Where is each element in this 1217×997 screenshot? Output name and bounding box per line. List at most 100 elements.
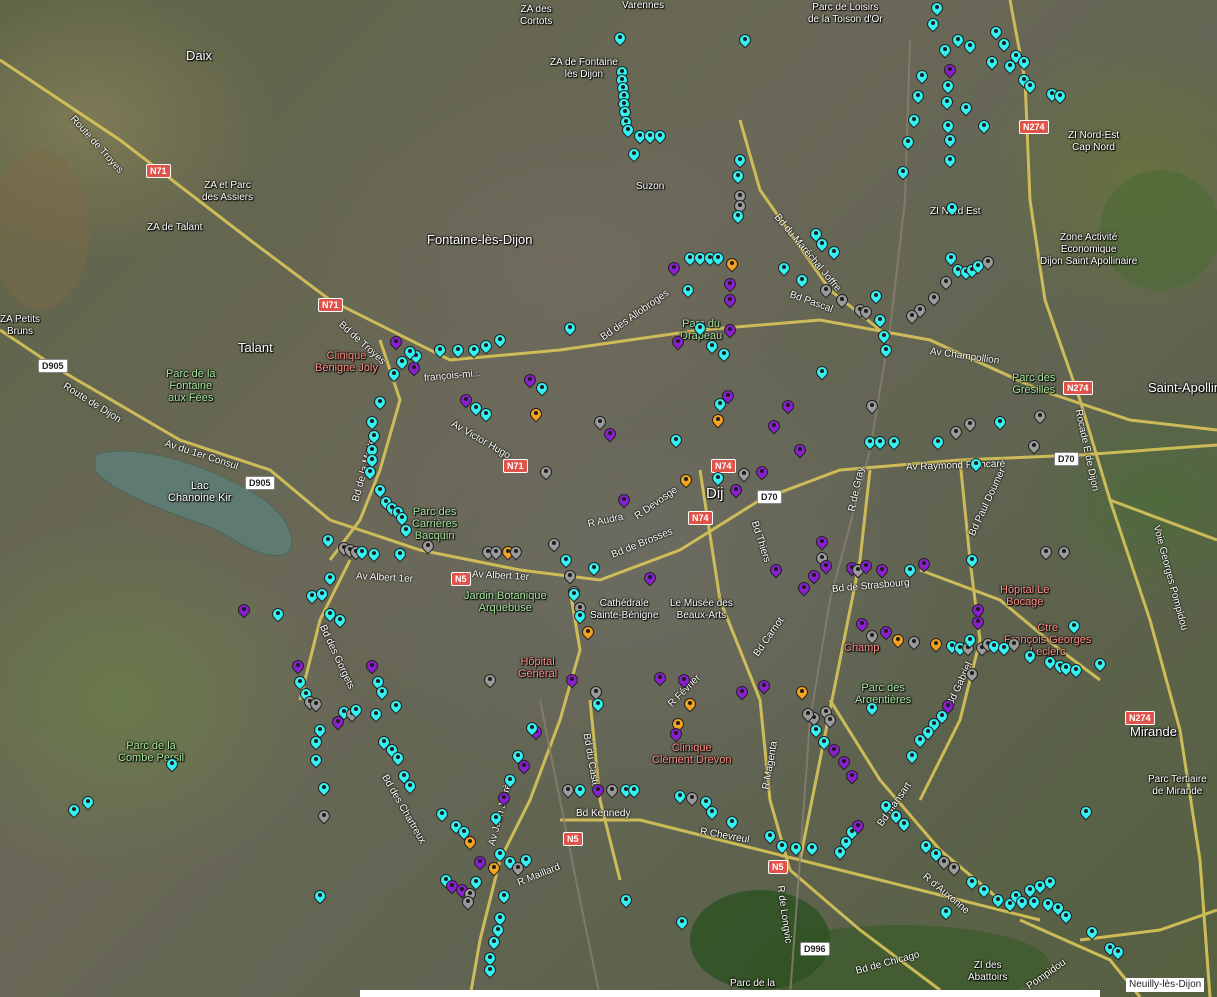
map-pin-icon[interactable] (617, 891, 635, 911)
map-pin-icon[interactable] (615, 491, 633, 511)
map-pin-icon[interactable] (799, 705, 817, 725)
map-pin-icon[interactable] (1067, 661, 1085, 681)
map-pin-icon[interactable] (941, 61, 959, 81)
map-pin-icon[interactable] (863, 397, 881, 417)
map-pin-icon[interactable] (899, 133, 917, 153)
map-pin-icon[interactable] (561, 319, 579, 339)
map-pin-icon[interactable] (465, 341, 483, 361)
map-pin-icon[interactable] (849, 817, 867, 837)
map-pin-icon[interactable] (925, 289, 943, 309)
map-pin-icon[interactable] (677, 471, 695, 491)
map-pin-icon[interactable] (963, 873, 981, 893)
map-pin-icon[interactable] (557, 551, 575, 571)
map-pin-icon[interactable] (495, 789, 513, 809)
map-pin-icon[interactable] (545, 535, 563, 555)
map-pin-icon[interactable] (371, 393, 389, 413)
map-pin-icon[interactable] (813, 533, 831, 553)
map-pin-icon[interactable] (943, 199, 961, 219)
map-pin-icon[interactable] (885, 433, 903, 453)
map-pin-icon[interactable] (579, 623, 597, 643)
map-pin-icon[interactable] (1055, 543, 1073, 563)
map-pin-icon[interactable] (405, 359, 423, 379)
map-pin-icon[interactable] (753, 463, 771, 483)
map-pin-icon[interactable] (863, 699, 881, 719)
map-pin-icon[interactable] (857, 557, 875, 577)
map-pin-icon[interactable] (1025, 893, 1043, 913)
map-pin-icon[interactable] (773, 837, 791, 857)
map-pin-icon[interactable] (913, 67, 931, 87)
map-pin-icon[interactable] (941, 131, 959, 151)
map-pin-icon[interactable] (979, 253, 997, 273)
map-pin-icon[interactable] (721, 291, 739, 311)
map-pin-icon[interactable] (945, 859, 963, 879)
map-pin-icon[interactable] (331, 611, 349, 631)
map-pin-icon[interactable] (805, 567, 823, 587)
map-pin-icon[interactable] (459, 893, 477, 913)
map-pin-icon[interactable] (963, 665, 981, 685)
map-pin-icon[interactable] (527, 405, 545, 425)
map-pin-icon[interactable] (911, 731, 929, 751)
map-pin-icon[interactable] (791, 441, 809, 461)
map-pin-icon[interactable] (671, 787, 689, 807)
map-pin-icon[interactable] (481, 961, 499, 981)
map-pin-icon[interactable] (709, 249, 727, 269)
map-pin-icon[interactable] (679, 281, 697, 301)
map-pin-icon[interactable] (467, 873, 485, 893)
map-pin-icon[interactable] (585, 559, 603, 579)
map-pin-icon[interactable] (857, 303, 875, 323)
map-pin-icon[interactable] (961, 631, 979, 651)
map-pin-icon[interactable] (365, 545, 383, 565)
map-pin-icon[interactable] (715, 345, 733, 365)
map-pin-icon[interactable] (419, 537, 437, 557)
map-pin-icon[interactable] (825, 243, 843, 263)
map-pin-icon[interactable] (957, 99, 975, 119)
map-pin-icon[interactable] (813, 363, 831, 383)
map-pin-icon[interactable] (895, 815, 913, 835)
map-pin-icon[interactable] (947, 423, 965, 443)
map-pin-icon[interactable] (1109, 943, 1127, 963)
map-pin-icon[interactable] (433, 805, 451, 825)
map-pin-icon[interactable] (361, 463, 379, 483)
map-pin-icon[interactable] (867, 287, 885, 307)
map-pin-icon[interactable] (1065, 617, 1083, 637)
satellite-map[interactable]: Daix ZA des Cortots Varennes Parc de Loi… (0, 0, 1217, 997)
map-pin-icon[interactable] (651, 669, 669, 689)
map-pin-icon[interactable] (736, 31, 754, 51)
map-pin-icon[interactable] (755, 677, 773, 697)
map-pin-icon[interactable] (571, 607, 589, 627)
map-pin-icon[interactable] (735, 465, 753, 485)
map-pin-icon[interactable] (937, 903, 955, 923)
map-pin-icon[interactable] (269, 605, 287, 625)
map-pin-icon[interactable] (681, 695, 699, 715)
map-pin-icon[interactable] (665, 259, 683, 279)
map-pin-icon[interactable] (905, 111, 923, 131)
map-pin-icon[interactable] (523, 719, 541, 739)
map-pin-icon[interactable] (765, 417, 783, 437)
map-pin-icon[interactable] (787, 839, 805, 859)
map-pin-icon[interactable] (387, 333, 405, 353)
map-pin-icon[interactable] (401, 777, 419, 797)
map-pin-icon[interactable] (495, 887, 513, 907)
map-pin-icon[interactable] (471, 853, 489, 873)
map-pin-icon[interactable] (1005, 635, 1023, 655)
map-pin-icon[interactable] (877, 623, 895, 643)
map-pin-icon[interactable] (703, 337, 721, 357)
map-pin-icon[interactable] (611, 29, 629, 49)
map-pin-icon[interactable] (1051, 87, 1069, 107)
map-pin-icon[interactable] (589, 781, 607, 801)
map-pin-icon[interactable] (1025, 437, 1043, 457)
map-pin-icon[interactable] (1021, 647, 1039, 667)
map-pin-icon[interactable] (803, 839, 821, 859)
map-pin-icon[interactable] (561, 567, 579, 587)
map-pin-icon[interactable] (761, 827, 779, 847)
map-pin-icon[interactable] (817, 281, 835, 301)
map-pin-icon[interactable] (485, 933, 503, 953)
map-pin-icon[interactable] (315, 807, 333, 827)
map-pin-icon[interactable] (1083, 923, 1101, 943)
map-pin-icon[interactable] (871, 433, 889, 453)
map-pin-icon[interactable] (675, 671, 693, 691)
map-pin-icon[interactable] (651, 127, 669, 147)
map-pin-icon[interactable] (559, 781, 577, 801)
map-pin-icon[interactable] (517, 851, 535, 871)
map-pin-icon[interactable] (1041, 873, 1059, 893)
